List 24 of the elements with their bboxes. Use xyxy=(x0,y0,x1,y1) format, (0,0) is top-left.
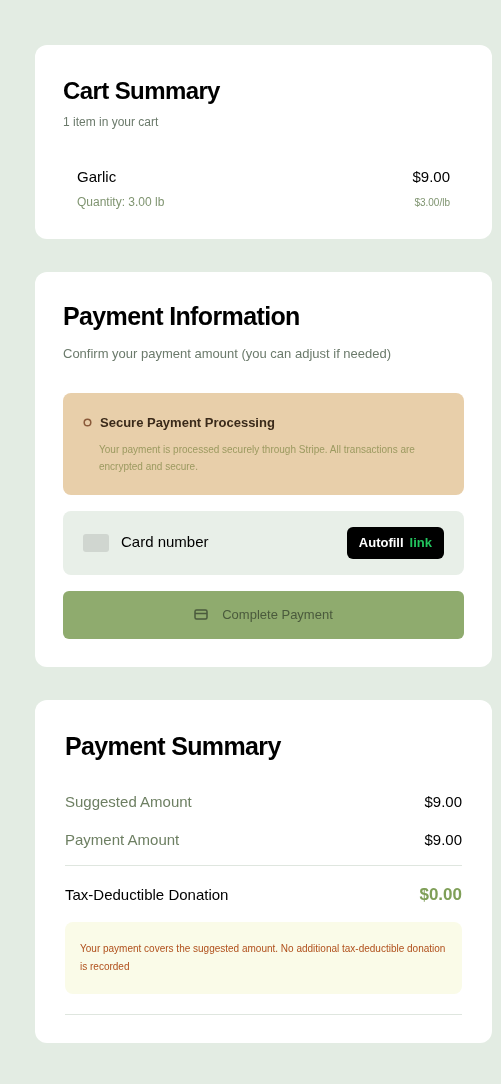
notice-title: Secure Payment Processing xyxy=(100,414,275,432)
row-value: $9.00 xyxy=(424,829,462,850)
card-number-input[interactable]: Card number xyxy=(121,531,347,554)
card-number-field[interactable]: Card number Autofill link xyxy=(63,510,464,575)
item-price: $9.00 xyxy=(412,167,450,187)
card-title: Payment Summary xyxy=(65,730,282,762)
card-subtitle: Confirm your payment amount (you can adjust if needed) xyxy=(63,345,393,363)
status-circle-icon xyxy=(83,418,92,428)
autofill-link-button[interactable]: Autofill link xyxy=(346,526,444,559)
item-quantity: Quantity: 3.00 lb xyxy=(77,193,165,211)
card-title: Cart Summary xyxy=(63,76,221,106)
donation-note: Your payment covers the suggested amount. No additional tax-deductible donation is recorded xyxy=(65,921,462,994)
row-value: $0.00 xyxy=(419,884,462,906)
unit-price: $3.00/lb xyxy=(414,195,450,210)
item-name: Garlic xyxy=(77,167,118,187)
row-label: Tax-Deductible Donation xyxy=(65,884,229,905)
card-title: Payment Information xyxy=(63,300,301,332)
row-label: Payment Amount xyxy=(65,829,180,850)
row-value: $9.00 xyxy=(424,791,462,812)
card-icon xyxy=(83,533,109,552)
credit-card-icon xyxy=(194,609,209,620)
card-subtitle: 1 item in your cart xyxy=(63,114,160,131)
row-label: Suggested Amount xyxy=(65,791,192,812)
notice-text: Your payment is processed securely through Stripe. All transactions are encrypted and secure. xyxy=(98,442,416,474)
